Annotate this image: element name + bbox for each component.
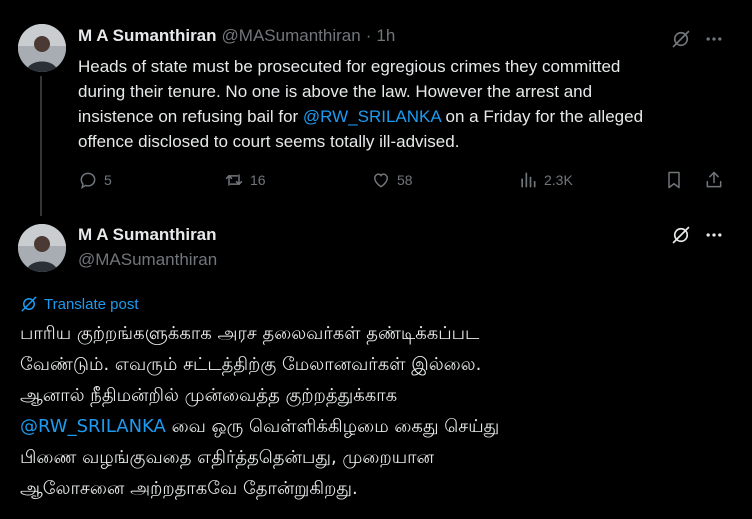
timestamp[interactable]: 1h [376,26,395,46]
tweet-line: ஆனால் நீதிமன்றில் முன்வைத்த குற்றத்துக்க… [20,385,398,406]
tweet-header: M A Sumanthiran @MASumanthiran · 1h [78,26,395,46]
tweet-line: ஆலோசனை அற்றதாகவே தோன்றுகிறது. [20,478,358,499]
share-icon [706,171,722,188]
like-button[interactable]: 58 [371,170,413,190]
more-icon[interactable] [702,28,726,50]
views-count: 2.3K [544,172,573,188]
like-count: 58 [397,172,413,188]
reply-count: 5 [104,172,112,188]
tweet-line: பாரிய குற்றங்களுக்காக அரச தலைவர்கள் தண்ட… [20,323,480,344]
tweet-line: பிணை வழங்குவதை எதிர்த்ததென்பது, முறையான [20,447,434,468]
tweet-text: பாரிய குற்றங்களுக்காக அரச தலைவர்கள் தண்ட… [20,318,720,504]
tweet-line: @RW_SRILANKA வை ஒரு வெள்ளிக்கிழமை கைது ச… [20,411,720,442]
translate-icon [21,296,37,312]
tweet-line: வேண்டும். எவரும் சட்டத்திற்கு மேலானவர்கள… [20,354,482,375]
reply-icon [80,172,96,190]
avatar[interactable] [18,224,66,272]
repost-count: 16 [250,172,266,188]
tweet-line-rest: வை ஒரு வெள்ளிக்கிழமை கைது செய்து [165,416,500,437]
more-icon[interactable] [702,224,726,246]
tweet-line: offence disclosed to court seems totally… [78,132,460,151]
tweet-line: insistence on refusing bail for [78,107,303,126]
author-name[interactable]: M A Sumanthiran [78,26,217,46]
bookmark-button[interactable] [664,170,684,190]
author-handle[interactable]: @MASumanthiran [78,250,217,270]
avatar[interactable] [18,24,66,72]
repost-icon [225,174,243,186]
author-name[interactable]: M A Sumanthiran [78,225,217,245]
thread-line [40,76,42,216]
like-icon [373,173,389,188]
views-icon [521,172,536,188]
share-button[interactable] [704,170,724,190]
translate-post-link[interactable]: Translate post [20,295,139,313]
author-handle[interactable]: @MASumanthiran [222,26,361,46]
tweet-actions: 5 16 58 2.3K [78,170,738,194]
tweet-line: Heads of state must be prosecuted for eg… [78,57,621,76]
separator: · [365,26,372,45]
mention-link[interactable]: @RW_SRILANKA [20,416,166,437]
translate-label: Translate post [44,295,139,313]
tweet-line: on a Friday for the alleged [440,107,644,126]
tweet-text: Heads of state must be prosecuted for eg… [78,54,718,154]
avatar-image [18,224,66,272]
views-button[interactable]: 2.3K [518,170,573,190]
grok-icon[interactable] [670,224,692,246]
tweet-line: during their tenure. No one is above the… [78,82,593,101]
reply-button[interactable]: 5 [78,170,112,190]
repost-button[interactable]: 16 [224,170,266,190]
grok-icon[interactable] [670,28,692,50]
bookmark-icon [668,171,680,189]
avatar-image [18,24,66,72]
mention-link[interactable]: @RW_SRILANKA [303,107,441,126]
